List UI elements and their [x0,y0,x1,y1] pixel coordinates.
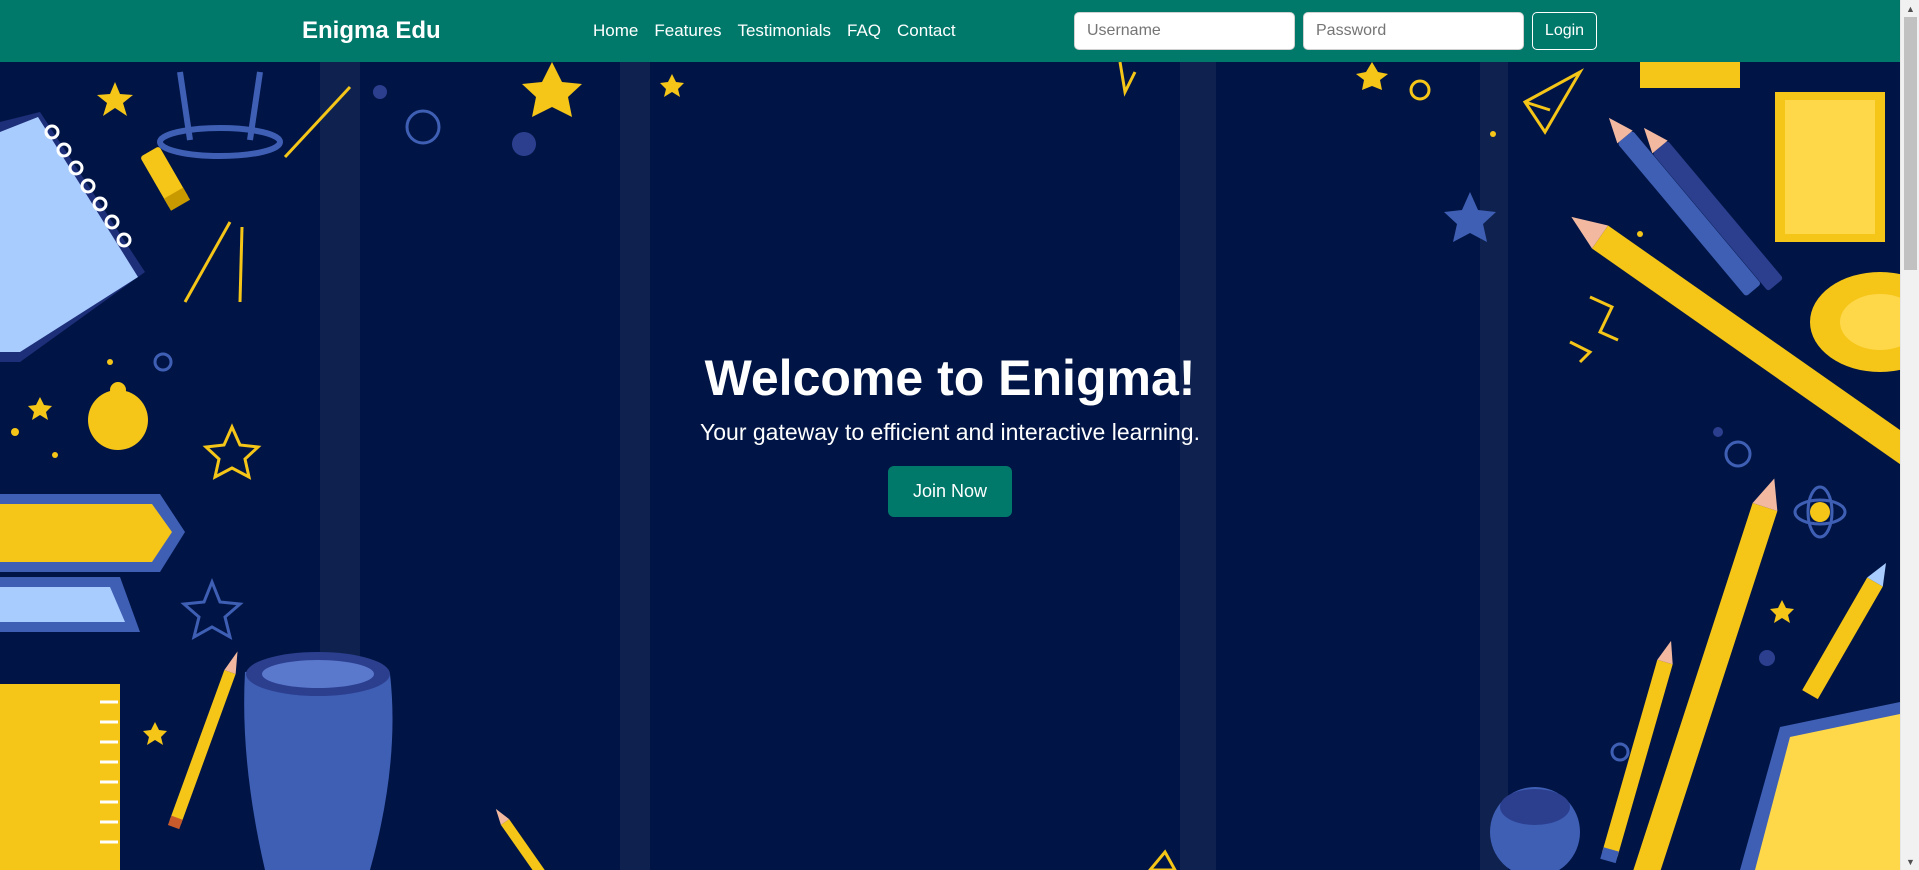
arrow-up-icon[interactable]: ▲ [1901,0,1919,17]
username-input[interactable] [1074,12,1295,50]
hero-content: Welcome to Enigma! Your gateway to effic… [0,348,1900,517]
hero-section: Welcome to Enigma! Your gateway to effic… [0,62,1900,870]
hero-title: Welcome to Enigma! [704,350,1196,406]
nav-link-home[interactable]: Home [593,20,638,42]
password-input[interactable] [1303,12,1524,50]
nav-link-features[interactable]: Features [654,20,721,42]
login-form: Login [1074,12,1597,50]
page-viewport: Enigma Edu Home Features Testimonials FA… [0,0,1900,870]
hero-subtitle: Your gateway to efficient and interactiv… [700,419,1200,445]
nav-link-contact[interactable]: Contact [897,20,956,42]
login-button[interactable]: Login [1532,12,1597,50]
nav-link-faq[interactable]: FAQ [847,20,881,42]
page-scrollbar[interactable]: ▲ ▼ [1900,0,1919,870]
navbar: Enigma Edu Home Features Testimonials FA… [0,0,1900,62]
nav-link-testimonials[interactable]: Testimonials [737,20,831,42]
notebook-illustration [0,112,145,362]
nav-links: Home Features Testimonials FAQ Contact [593,20,972,42]
join-now-button[interactable]: Join Now [888,466,1012,517]
arrow-down-icon[interactable]: ▼ [1901,853,1919,870]
brand-logo[interactable]: Enigma Edu [302,16,441,46]
scrollbar-thumb[interactable] [1904,17,1917,270]
